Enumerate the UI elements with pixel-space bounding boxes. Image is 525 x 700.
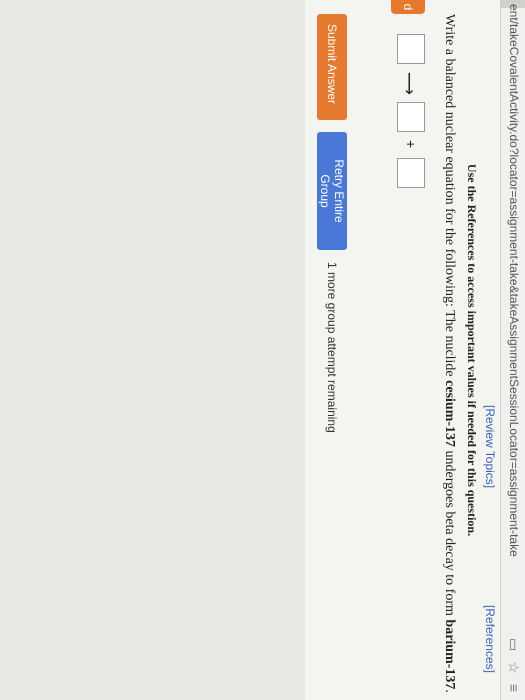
- screen: ent/takeCovalentActivity.do?locator=assi…: [0, 0, 525, 700]
- question-reactant: cesium-137: [442, 380, 457, 448]
- retry-entire-group-button[interactable]: Retry Entire Group: [317, 132, 347, 250]
- product-input-box-1[interactable]: [397, 102, 425, 132]
- question-prefix: Write a balanced nuclear equation for th…: [442, 14, 457, 381]
- question-suffix: .: [442, 689, 457, 693]
- menu-icon[interactable]: ≡: [505, 684, 522, 692]
- button-row: Submit Answer Retry Entire Group 1 more …: [311, 0, 347, 700]
- blank-area: [0, 0, 305, 700]
- browser-icons: ▭ ☆ ≡: [505, 638, 522, 692]
- attempts-remaining: 1 more group attempt remaining: [325, 262, 339, 433]
- plus-sign: +: [403, 140, 419, 149]
- reactant-input-box[interactable]: [397, 34, 425, 64]
- star-icon[interactable]: ☆: [505, 661, 522, 674]
- question-middle: undergoes beta decay to form: [442, 447, 457, 620]
- side-tab[interactable]: d: [391, 0, 425, 14]
- review-topics-link[interactable]: [Review Topics]: [483, 405, 497, 488]
- link-row: [Review Topics] [References]: [481, 0, 501, 695]
- question-product: barium-137: [442, 619, 457, 690]
- submit-answer-button[interactable]: Submit Answer: [317, 14, 347, 120]
- url-text[interactable]: ent/takeCovalentActivity.do?locator=assi…: [507, 4, 521, 557]
- reader-icon[interactable]: ▭: [505, 638, 522, 651]
- browser-address-bar[interactable]: ent/takeCovalentActivity.do?locator=assi…: [500, 0, 525, 700]
- equation-row: d ⟶ +: [375, 0, 425, 700]
- reaction-arrow: ⟶: [400, 72, 417, 95]
- references-hint: Use the References to access important v…: [465, 163, 479, 537]
- product-input-box-2[interactable]: [397, 158, 425, 188]
- question-text: Write a balanced nuclear equation for th…: [441, 14, 457, 694]
- references-link[interactable]: [References]: [483, 605, 497, 673]
